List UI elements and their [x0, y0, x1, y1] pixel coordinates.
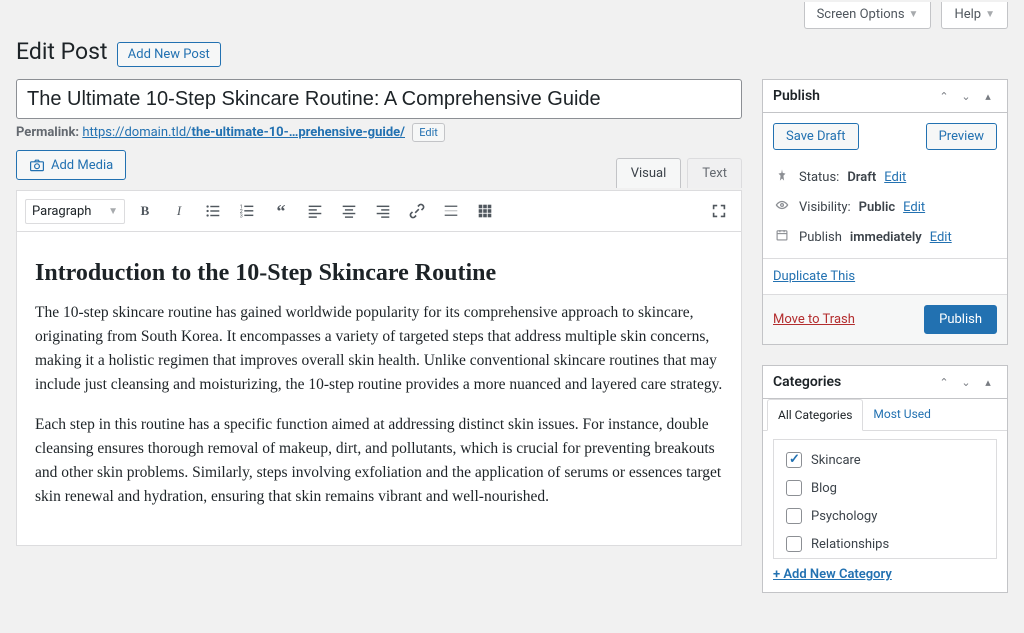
content-paragraph: Each step in this routine has a specific…: [35, 413, 723, 509]
numbered-list-button[interactable]: 123: [233, 197, 261, 225]
categories-title: Categories: [773, 374, 841, 390]
format-select[interactable]: Paragraph ▼: [25, 199, 125, 224]
calendar-icon: [773, 228, 791, 246]
add-new-post-button[interactable]: Add New Post: [117, 42, 221, 67]
italic-button[interactable]: I: [165, 197, 193, 225]
tab-visual[interactable]: Visual: [616, 158, 682, 188]
category-checkbox[interactable]: [786, 480, 802, 496]
content-heading: Introduction to the 10-Step Skincare Rou…: [35, 260, 723, 287]
edit-schedule-link[interactable]: Edit: [930, 230, 952, 245]
content-editor[interactable]: Introduction to the 10-Step Skincare Rou…: [16, 231, 742, 546]
toggle-panel-icon[interactable]: ▴: [979, 90, 997, 103]
save-draft-button[interactable]: Save Draft: [773, 123, 859, 150]
chevron-down-icon: ▼: [985, 9, 995, 20]
category-item[interactable]: Blog: [782, 474, 988, 502]
fullscreen-button[interactable]: [705, 197, 733, 225]
move-up-icon[interactable]: ⌃: [935, 376, 953, 389]
read-more-button[interactable]: [437, 197, 465, 225]
add-new-category-link[interactable]: + Add New Category: [773, 567, 892, 582]
tab-most-used[interactable]: Most Used: [863, 399, 941, 430]
add-media-button[interactable]: Add Media: [16, 150, 126, 180]
editor-toolbar: Paragraph ▼ B I 123 “: [16, 190, 742, 231]
category-label: Relationships: [811, 537, 889, 552]
help-tab[interactable]: Help ▼: [941, 2, 1008, 29]
move-to-trash-link[interactable]: Move to Trash: [773, 312, 855, 327]
blockquote-button[interactable]: “: [267, 197, 295, 225]
edit-status-link[interactable]: Edit: [884, 170, 906, 185]
permalink-label: Permalink:: [16, 125, 79, 140]
camera-icon: [29, 157, 45, 173]
bullet-list-button[interactable]: [199, 197, 227, 225]
publish-title: Publish: [773, 88, 820, 104]
edit-slug-button[interactable]: Edit: [412, 123, 445, 142]
preview-button[interactable]: Preview: [926, 123, 997, 150]
category-label: Skincare: [811, 453, 861, 468]
link-button[interactable]: [403, 197, 431, 225]
publish-button[interactable]: Publish: [924, 305, 997, 334]
chevron-down-icon: ▼: [909, 9, 919, 20]
pin-icon: [773, 168, 791, 186]
align-left-button[interactable]: [301, 197, 329, 225]
align-right-button[interactable]: [369, 197, 397, 225]
svg-text:3: 3: [240, 213, 243, 219]
duplicate-link[interactable]: Duplicate This: [773, 269, 855, 284]
categories-metabox: Categories ⌃ ⌄ ▴ All Categories Most Use…: [762, 365, 1008, 593]
category-checkbox[interactable]: [786, 508, 802, 524]
edit-visibility-link[interactable]: Edit: [903, 200, 925, 215]
post-title-input[interactable]: [16, 79, 742, 119]
publish-metabox: Publish ⌃ ⌄ ▴ Save Draft Preview: [762, 79, 1008, 345]
move-down-icon[interactable]: ⌄: [957, 376, 975, 389]
toolbar-toggle-button[interactable]: [471, 197, 499, 225]
eye-icon: [773, 198, 791, 216]
categories-list: Skincare Blog Psychology Relationships: [773, 439, 997, 559]
category-label: Blog: [811, 481, 837, 496]
move-down-icon[interactable]: ⌄: [957, 90, 975, 103]
add-media-label: Add Media: [51, 158, 113, 173]
help-label: Help: [954, 7, 981, 22]
tab-text[interactable]: Text: [687, 158, 742, 188]
move-up-icon[interactable]: ⌃: [935, 90, 953, 103]
chevron-down-icon: ▼: [108, 206, 118, 217]
category-item[interactable]: Skincare: [782, 446, 988, 474]
category-checkbox[interactable]: [786, 452, 802, 468]
content-paragraph: The 10-step skincare routine has gained …: [35, 301, 723, 397]
category-checkbox[interactable]: [786, 536, 802, 552]
align-center-button[interactable]: [335, 197, 363, 225]
tab-all-categories[interactable]: All Categories: [767, 399, 863, 431]
permalink-link[interactable]: https://domain.tld/the-ultimate-10-…preh…: [82, 125, 405, 140]
category-label: Psychology: [811, 509, 877, 524]
category-item[interactable]: Relationships: [782, 530, 988, 558]
screen-options-tab[interactable]: Screen Options ▼: [804, 2, 932, 29]
toggle-panel-icon[interactable]: ▴: [979, 376, 997, 389]
screen-options-label: Screen Options: [817, 7, 905, 22]
page-title: Edit Post: [16, 29, 108, 69]
category-item[interactable]: Psychology: [782, 502, 988, 530]
bold-button[interactable]: B: [131, 197, 159, 225]
